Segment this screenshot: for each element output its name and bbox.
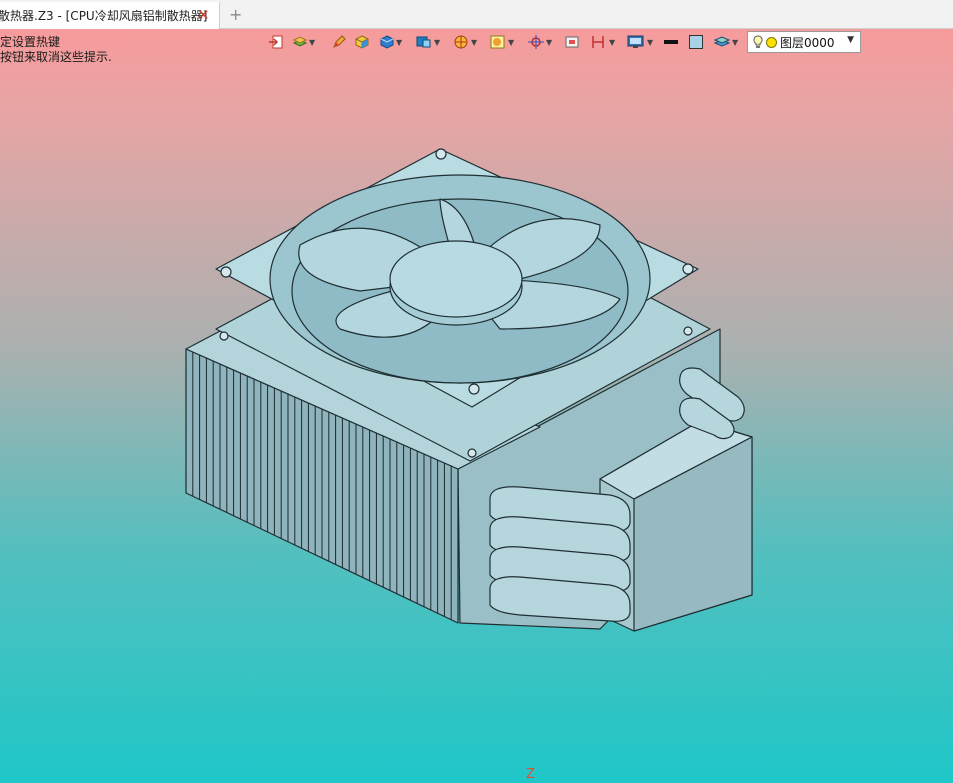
z-axis-label: Z (526, 767, 535, 782)
new-tab-button[interactable]: + (229, 5, 242, 24)
close-icon[interactable]: ✕ (197, 7, 210, 23)
3d-viewport[interactable]: 定设置热键 按钮来取消这些提示. ▼ ▼ ▼ ▼ ▼ ▼ ▼ ▼ ▼ 图层000… (0, 29, 953, 783)
document-tab[interactable]: 散热器.Z3 - [CPU冷却风扇铝制散热器] ✕ (0, 2, 220, 29)
tab-title: 散热器.Z3 - [CPU冷却风扇铝制散热器] (0, 9, 208, 23)
tab-bar: 散热器.Z3 - [CPU冷却风扇铝制散热器] ✕ + (0, 0, 953, 29)
heatsink-model[interactable] (0, 29, 953, 783)
